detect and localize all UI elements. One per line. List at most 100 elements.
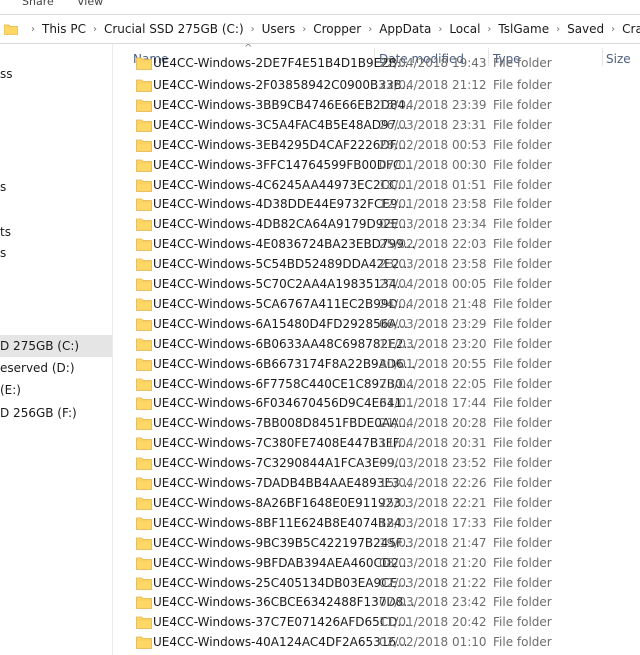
cell-type: File folder (493, 56, 552, 70)
table-row[interactable]: UE4CC-Windows-8A26BF1648E0E911923... 25/0… (114, 493, 640, 513)
table-row[interactable]: UE4CC-Windows-3FFC14764599FB00DFC... 07/0… (114, 155, 640, 175)
table-row[interactable]: UE4CC-Windows-6B6673174F8A22B9AD6... 30/0… (114, 354, 640, 374)
folder-icon (136, 257, 152, 271)
folder-icon (136, 98, 152, 112)
table-row[interactable]: UE4CC-Windows-4E0836724BA23EBD799... 25/0… (114, 234, 640, 254)
cell-name: UE4CC-Windows-36CBCE6342488F137D8... (153, 595, 415, 610)
breadcrumb-item[interactable]: Users (262, 22, 296, 36)
cell-type: File folder (493, 137, 552, 152)
folder-icon (136, 456, 152, 470)
cell-type: File folder (493, 356, 552, 371)
cell-type: File folder (493, 277, 552, 291)
cell-date: 07/03/2018 23:42 (379, 595, 487, 610)
table-row[interactable]: UE4CC-Windows-6F7758C440CE1C897B0... 23/0… (114, 374, 640, 394)
cell-date: 03/03/2018 23:34 (379, 217, 487, 232)
table-row[interactable]: UE4CC-Windows-3C5A4FAC4B5E48AD97... 26/03… (114, 115, 640, 135)
cell-name: UE4CC-Windows-25C405134DB03EA9CE... (153, 575, 409, 590)
table-row[interactable]: UE4CC-Windows-5C54BD52489DDA42E2... 23/03… (114, 254, 640, 274)
table-row[interactable]: UE4CC-Windows-6F034670456D9C4E641... 31/0… (114, 393, 640, 413)
nav-item[interactable]: s (0, 242, 112, 264)
nav-item[interactable]: D 275GB (C:) (0, 335, 112, 357)
chevron-right-icon[interactable]: › (368, 24, 372, 35)
folder-icon (136, 78, 152, 92)
nav-item[interactable]: ts (0, 221, 112, 243)
breadcrumb-item[interactable]: Cropper (313, 22, 361, 36)
cell-name: UE4CC-Windows-7BB008D8451FBDE0AA... (153, 416, 410, 431)
chevron-right-icon[interactable]: › (556, 24, 560, 35)
cell-date: 24/04/2018 21:48 (379, 296, 487, 311)
table-row[interactable]: UE4CC-Windows-6A15480D4FD292856A... 06/03… (114, 314, 640, 334)
ribbon-tab-share[interactable]: Share (22, 0, 54, 8)
cell-name: UE4CC-Windows-40A124AC4DF2A65316... (153, 635, 408, 650)
cell-type: File folder (493, 456, 552, 471)
table-row[interactable]: UE4CC-Windows-4D38DDE44E9732FCE9... 12/01… (114, 194, 640, 214)
cell-name: UE4CC-Windows-6A15480D4FD292856A... (153, 316, 408, 331)
table-row[interactable]: UE4CC-Windows-7C3290844A1FCA3E99... 09/03… (114, 453, 640, 473)
table-row[interactable]: UE4CC-Windows-9BC39B5C422197B245F... 19/0… (114, 533, 640, 553)
table-row-partial[interactable]: UE4CC-Windows-2DE7F4E51B4D1B9E2B... 22/04… (114, 53, 640, 73)
breadcrumb-item[interactable]: Local (449, 22, 480, 36)
table-row[interactable]: UE4CC-Windows-40A124AC4DF2A65316... 02/02… (114, 632, 640, 652)
chevron-right-icon[interactable]: › (611, 24, 615, 35)
nav-item[interactable]: eserved (D:) (0, 357, 112, 379)
folder-icon (136, 158, 152, 172)
nav-item[interactable]: (E:) (0, 379, 112, 401)
chevron-right-icon[interactable]: › (302, 24, 306, 35)
chevron-right-icon[interactable]: › (93, 24, 97, 35)
table-row[interactable]: UE4CC-Windows-3BB9CB4746E66EB2D84... 15/0… (114, 95, 640, 115)
nav-item[interactable]: s (0, 176, 112, 198)
table-row[interactable]: UE4CC-Windows-4DB82CA64A9179D92E... 03/03… (114, 214, 640, 234)
breadcrumb-item[interactable]: Saved (567, 22, 604, 36)
chevron-right-icon[interactable]: › (438, 24, 442, 35)
nav-item[interactable]: D 256GB (F:) (0, 402, 112, 424)
breadcrumb-item[interactable]: Crucial SSD 275GB (C:) (104, 22, 244, 36)
cell-type: File folder (493, 316, 552, 331)
breadcrumb-item[interactable]: Crashes (622, 22, 640, 36)
breadcrumb-item[interactable]: This PC (42, 22, 86, 36)
table-row[interactable]: UE4CC-Windows-36CBCE6342488F137D8... 07/0… (114, 592, 640, 612)
address-bar[interactable]: › This PC › Crucial SSD 275GB (C:) › Users › Cr… (0, 14, 640, 44)
folder-icon (136, 317, 152, 331)
folder-icon (136, 217, 152, 232)
table-row[interactable]: UE4CC-Windows-5CA6767A411EC2B99D... 24/04… (114, 294, 640, 314)
table-row[interactable]: UE4CC-Windows-4C6245AA44973EC2CC... 18/01… (114, 175, 640, 195)
cell-name: UE4CC-Windows-5CA6767A411EC2B99D... (153, 296, 410, 311)
chevron-right-icon[interactable]: › (31, 24, 35, 35)
cell-name: UE4CC-Windows-9BC39B5C422197B245F... (153, 535, 413, 550)
table-row[interactable]: UE4CC-Windows-7C380FE7408E447B3FF... 11/0… (114, 433, 640, 453)
folder-icon (136, 297, 152, 311)
folder-icon (136, 496, 152, 510)
cell-name: UE4CC-Windows-6B6673174F8A22B9AD6... (153, 356, 416, 371)
table-row[interactable]: UE4CC-Windows-8BF11E624B8E4074B24... 18/0… (114, 513, 640, 533)
cell-date: 11/04/2018 20:31 (379, 436, 487, 451)
cell-date: 28/02/2018 00:53 (379, 137, 487, 152)
cell-type: File folder (493, 635, 552, 650)
table-row[interactable]: UE4CC-Windows-5C70C2AA4A19835134... 27/04… (114, 274, 640, 294)
chevron-right-icon[interactable]: › (487, 24, 491, 35)
table-row[interactable]: UE4CC-Windows-7BB008D8451FBDE0AA... 21/04… (114, 413, 640, 433)
cell-type: File folder (493, 595, 552, 610)
table-row[interactable]: UE4CC-Windows-9BFDAB394AEA460CD2... 08/03… (114, 553, 640, 573)
table-row[interactable]: UE4CC-Windows-6B0633AA48C698782E2... 11/0… (114, 334, 640, 354)
cell-type: File folder (493, 217, 552, 232)
cell-date: 23/04/2018 22:05 (379, 376, 487, 391)
cell-date: 15/04/2018 23:39 (379, 97, 487, 112)
chevron-right-icon[interactable]: › (251, 24, 255, 35)
table-row[interactable]: UE4CC-Windows-37C7E071426AFD65CD... 11/01… (114, 612, 640, 632)
cell-type: File folder (493, 575, 552, 590)
folder-icon (136, 595, 152, 610)
folder-icon (136, 516, 152, 530)
breadcrumb-item[interactable]: TslGame (498, 22, 549, 36)
cell-name: UE4CC-Windows-8BF11E624B8E4074B24... (153, 515, 413, 530)
cell-date: 15/04/2018 22:26 (379, 476, 487, 490)
ribbon: Share View (0, 0, 640, 14)
cell-type: File folder (493, 296, 552, 311)
ribbon-tab-view[interactable]: View (77, 0, 103, 8)
breadcrumb-item[interactable]: AppData (379, 22, 431, 36)
table-row[interactable]: UE4CC-Windows-3EB4295D4CAF2226DF... 28/02… (114, 135, 640, 155)
cell-name: UE4CC-Windows-3BB9CB4746E66EB2D84... (153, 97, 417, 112)
table-row[interactable]: UE4CC-Windows-7DADB4BB4AAE4893E3... 15/04… (114, 473, 640, 493)
table-row[interactable]: UE4CC-Windows-25C405134DB03EA9CE... 02/03… (114, 573, 640, 593)
table-row[interactable]: UE4CC-Windows-2F03858942C0900B33B... 22/0… (114, 75, 640, 95)
nav-item[interactable]: ss (0, 63, 112, 85)
